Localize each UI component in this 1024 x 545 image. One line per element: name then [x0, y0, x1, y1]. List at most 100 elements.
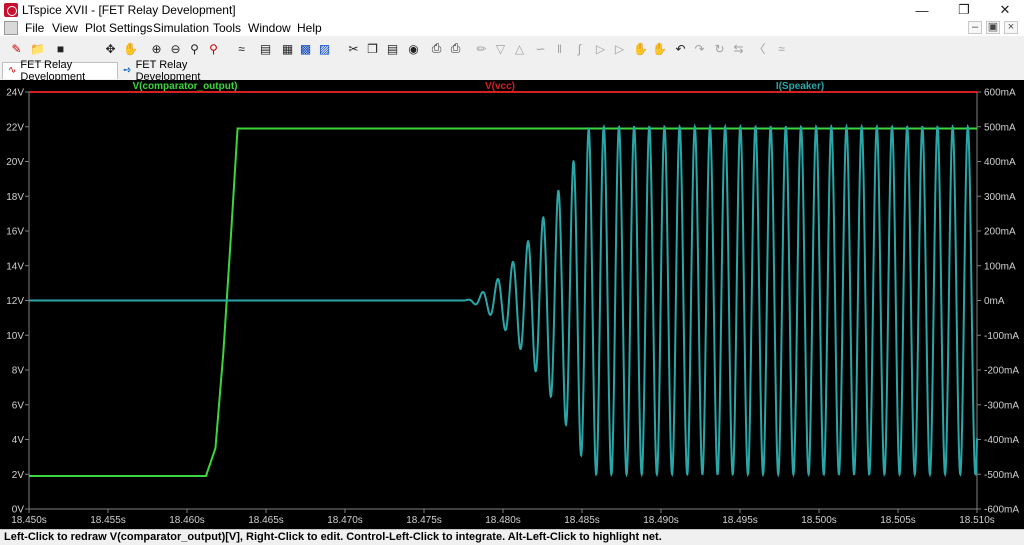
- y-left-tick-label: 6V: [12, 400, 25, 411]
- cascade-icon[interactable]: ▨: [316, 40, 333, 57]
- mdi-close-icon[interactable]: ×: [1004, 21, 1018, 34]
- mirror-icon[interactable]: ⇆: [730, 40, 747, 57]
- copy-icon[interactable]: ❐: [364, 40, 381, 57]
- menu-simulation[interactable]: Simulation: [153, 21, 209, 35]
- cube-icon[interactable]: ▩: [297, 40, 314, 57]
- zoom-in-icon[interactable]: ⊕: [148, 40, 165, 57]
- cut-icon[interactable]: ✂: [345, 40, 362, 57]
- document-icon[interactable]: [4, 21, 18, 35]
- undo-icon[interactable]: ↶: [672, 40, 689, 57]
- run-icon[interactable]: ✥: [102, 40, 119, 57]
- resistor-icon[interactable]: ∽: [532, 40, 549, 57]
- y-right-tick-label: 400mA: [984, 157, 1016, 168]
- ltspice-app-icon: [4, 3, 18, 17]
- x-tick-label: 18.460s: [169, 515, 205, 526]
- tile-vertical-icon[interactable]: ▦: [279, 40, 296, 57]
- save-icon[interactable]: ■: [52, 40, 69, 57]
- status-bar: Left-Click to redraw V(comparator_output…: [0, 529, 1024, 545]
- menu-plot-settings[interactable]: Plot Settings: [85, 21, 152, 35]
- x-tick-label: 18.510s: [959, 515, 995, 526]
- y-right-tick-label: -200mA: [984, 366, 1019, 377]
- ground-icon[interactable]: ▽: [492, 40, 509, 57]
- zoom-area-icon[interactable]: ⚲: [186, 40, 203, 57]
- paste-icon[interactable]: ▤: [384, 40, 401, 57]
- menu-tools[interactable]: Tools: [213, 21, 241, 35]
- waveform-icon: ∿: [8, 65, 17, 76]
- x-tick-label: 18.485s: [564, 515, 600, 526]
- redo-icon[interactable]: ↷: [691, 40, 708, 57]
- x-tick-label: 18.480s: [485, 515, 521, 526]
- y-right-tick-label: -300mA: [984, 400, 1019, 411]
- capacitor-icon[interactable]: ‖: [551, 40, 568, 57]
- x-tick-label: 18.490s: [643, 515, 679, 526]
- find-icon[interactable]: ◉: [405, 40, 422, 57]
- y-right-tick-label: 600mA: [984, 88, 1016, 99]
- menu-bar: File View Plot Settings Simulation Tools…: [0, 20, 1024, 36]
- autorange-icon[interactable]: ≈: [233, 40, 250, 57]
- text-icon[interactable]: 〈: [751, 40, 768, 57]
- y-left-tick-label: 12V: [6, 296, 24, 307]
- trace-label-v-vcc-[interactable]: V(vcc): [485, 81, 515, 92]
- window-title: LTspice XVII - [FET Relay Development]: [22, 3, 236, 17]
- minimize-icon[interactable]: —: [905, 0, 939, 20]
- x-tick-label: 18.455s: [90, 515, 126, 526]
- mdi-minimize-icon[interactable]: –: [968, 21, 982, 34]
- halt-icon[interactable]: ✎: [8, 40, 25, 57]
- maximize-icon[interactable]: ❐: [947, 0, 981, 20]
- y-right-tick-label: -600mA: [984, 505, 1019, 516]
- menu-view[interactable]: View: [52, 21, 78, 35]
- print-setup-icon[interactable]: ⎙: [447, 40, 464, 57]
- print-icon[interactable]: ⎙: [428, 40, 445, 57]
- zoom-out-icon[interactable]: ⊖: [167, 40, 184, 57]
- y-left-tick-label: 24V: [6, 88, 24, 99]
- y-left-tick-label: 2V: [12, 470, 25, 481]
- waveform-chart[interactable]: 18.450s 18.455s 18.460s 18.465s 18.470s 18.47…: [0, 80, 1024, 529]
- x-tick-label: 18.495s: [722, 515, 758, 526]
- menu-file[interactable]: File: [25, 21, 44, 35]
- wire-icon[interactable]: ✏: [473, 40, 490, 57]
- y-left-tick-label: 22V: [6, 122, 24, 133]
- y-left-tick-label: 18V: [6, 192, 24, 203]
- y-right-tick-label: 100mA: [984, 261, 1016, 272]
- trace-label-v-comparator-output-[interactable]: V(comparator_output): [133, 81, 238, 92]
- y-left-tick-label: 20V: [6, 157, 24, 168]
- y-right-tick-label: 300mA: [984, 192, 1016, 203]
- x-tick-label: 18.465s: [248, 515, 284, 526]
- menu-help[interactable]: Help: [297, 21, 322, 35]
- y-left-tick-label: 16V: [6, 227, 24, 238]
- label-net-icon[interactable]: △: [511, 40, 528, 57]
- tile-horizontal-icon[interactable]: ▤: [257, 40, 274, 57]
- rotate-icon[interactable]: ↻: [711, 40, 728, 57]
- spice-directive-icon[interactable]: ≈: [773, 40, 790, 57]
- x-tick-label: 18.475s: [406, 515, 442, 526]
- y-left-tick-label: 10V: [6, 331, 24, 342]
- close-icon[interactable]: ✕: [988, 0, 1022, 20]
- menu-window[interactable]: Window: [248, 21, 291, 35]
- open-folder-icon[interactable]: 📁: [29, 40, 46, 57]
- tab-schematic[interactable]: ➺ FET Relay Development: [118, 59, 238, 83]
- y-right-tick-label: 200mA: [984, 227, 1016, 238]
- zoom-cancel-icon[interactable]: ⚲: [205, 40, 222, 57]
- inductor-icon[interactable]: ∫: [571, 40, 588, 57]
- y-left-tick-label: 4V: [12, 435, 25, 446]
- x-tick-label: 18.500s: [801, 515, 837, 526]
- y-left-tick-label: 14V: [6, 261, 24, 272]
- component-icon[interactable]: ▷: [611, 40, 628, 57]
- schematic-icon: ➺: [123, 64, 132, 76]
- y-right-tick-label: 0mA: [984, 296, 1005, 307]
- move-icon[interactable]: ✋: [632, 40, 649, 57]
- title-bar: LTspice XVII - [FET Relay Development] —…: [0, 0, 1024, 20]
- y-left-tick-label: 0V: [12, 505, 25, 516]
- x-tick-label: 18.505s: [880, 515, 916, 526]
- y-right-tick-label: -500mA: [984, 470, 1019, 481]
- trace-label-i-speaker-[interactable]: I(Speaker): [776, 81, 824, 92]
- waveform-plot-pane[interactable]: 18.450s 18.455s 18.460s 18.465s 18.470s 18.47…: [0, 80, 1024, 529]
- tab-waveform[interactable]: ∿ FET Relay Development: [2, 59, 118, 83]
- pan-hand-icon[interactable]: ✋: [122, 40, 139, 57]
- mdi-restore-icon[interactable]: ▣: [986, 21, 1000, 34]
- drag-icon[interactable]: ✋: [651, 40, 668, 57]
- status-text: Left-Click to redraw V(comparator_output…: [4, 531, 662, 543]
- x-tick-label: 18.450s: [11, 515, 47, 526]
- diode-icon[interactable]: ▷: [592, 40, 609, 57]
- tab-strip: ∿ FET Relay Development ➺ FET Relay Deve…: [0, 59, 1024, 83]
